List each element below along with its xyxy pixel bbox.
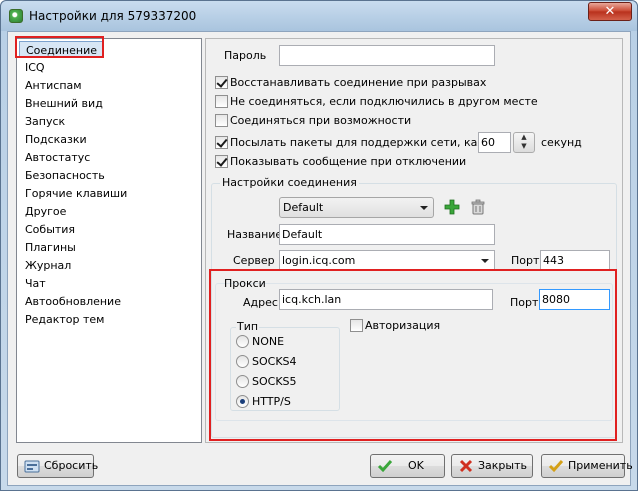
nav-item-theme-editor[interactable]: Редактор тем xyxy=(25,311,104,328)
profile-dropdown-value: Default xyxy=(283,201,324,214)
keepalive-checkbox[interactable] xyxy=(215,136,228,149)
keepalive-label: Посылать пакеты для поддержки сети, кажд… xyxy=(230,136,511,149)
nav-item-startup[interactable]: Запуск xyxy=(25,113,65,130)
app-icon xyxy=(9,9,23,23)
dialog-client-area: Соединение ICQ Антиспам Внешний вид Запу… xyxy=(7,31,633,486)
proxy-address-label: Адрес xyxy=(243,296,278,309)
nav-item-connection[interactable]: Соединение xyxy=(19,41,105,58)
settings-window: Настройки для 579337200 ✕ Соединение ICQ… xyxy=(0,0,638,491)
connection-name-field[interactable]: Default xyxy=(279,224,495,245)
nav-item-appearance[interactable]: Внешний вид xyxy=(25,95,103,112)
proxy-port-label: Порт xyxy=(510,296,539,309)
proxy-type-socks5-label: SOCKS5 xyxy=(252,375,297,388)
reconnect-checkbox[interactable] xyxy=(215,76,228,89)
profile-dropdown[interactable]: Default xyxy=(279,197,434,218)
name-label: Название xyxy=(227,228,283,241)
keepalive-interval-field[interactable]: 60 xyxy=(478,132,511,153)
apply-button[interactable]: Применить xyxy=(541,454,633,478)
settings-nav-list[interactable]: Соединение ICQ Антиспам Внешний вид Запу… xyxy=(16,38,202,443)
no-connect-elsewhere-checkbox[interactable] xyxy=(215,95,228,108)
server-port-label: Порт xyxy=(511,254,540,267)
add-icon[interactable] xyxy=(444,199,460,215)
proxy-type-https-radio[interactable] xyxy=(236,395,249,408)
connect-when-possible-label: Соединяться при возможности xyxy=(230,114,412,127)
nav-item-tooltips[interactable]: Подсказки xyxy=(25,131,87,148)
proxy-type-socks4-label: SOCKS4 xyxy=(252,355,297,368)
no-connect-elsewhere-label: Не соединяться, если подключились в друг… xyxy=(230,95,538,108)
apply-check-icon xyxy=(548,460,564,473)
password-label: Пароль xyxy=(224,49,267,62)
nav-item-icq[interactable]: ICQ xyxy=(25,59,45,76)
proxy-auth-checkbox[interactable] xyxy=(350,319,363,332)
proxy-type-title: Тип xyxy=(236,320,260,333)
nav-item-security[interactable]: Безопасность xyxy=(25,167,105,184)
reset-button-label: Сбросить xyxy=(44,459,99,472)
password-field[interactable] xyxy=(279,45,495,66)
apply-button-label: Применить xyxy=(568,459,633,472)
spin-up-icon[interactable]: ▲ xyxy=(514,133,534,142)
show-disconnect-msg-label: Показывать сообщение при отключении xyxy=(230,155,467,168)
nav-item-log[interactable]: Журнал xyxy=(25,257,71,274)
nav-item-autostatus[interactable]: Автостатус xyxy=(25,149,90,166)
close-button-label: Закрыть xyxy=(478,459,527,472)
proxy-type-socks4-radio[interactable] xyxy=(236,355,249,368)
server-value: login.icq.com xyxy=(282,254,356,267)
close-window-button[interactable]: ✕ xyxy=(588,2,632,21)
close-icon xyxy=(459,459,473,473)
close-button[interactable]: Закрыть xyxy=(451,454,533,478)
proxy-type-socks5-radio[interactable] xyxy=(236,375,249,388)
keepalive-unit-label: секунд xyxy=(541,136,582,149)
show-disconnect-msg-checkbox[interactable] xyxy=(215,155,228,168)
keepalive-spinner[interactable]: ▲ ▼ xyxy=(513,132,535,153)
server-label: Сервер xyxy=(233,254,275,267)
server-combo[interactable]: login.icq.com xyxy=(279,250,495,271)
proxy-auth-label: Авторизация xyxy=(365,319,441,332)
nav-item-other[interactable]: Другое xyxy=(25,203,66,220)
nav-item-hotkeys[interactable]: Горячие клавиши xyxy=(25,185,127,202)
nav-item-chat[interactable]: Чат xyxy=(25,275,46,292)
nav-item-autoupdate[interactable]: Автообновление xyxy=(25,293,121,310)
title-bar[interactable]: Настройки для 579337200 ✕ xyxy=(1,1,637,31)
spin-down-icon[interactable]: ▼ xyxy=(514,142,534,151)
proxy-type-none-label: NONE xyxy=(252,335,285,348)
checkmark-icon xyxy=(377,460,393,473)
nav-item-antispam[interactable]: Антиспам xyxy=(25,77,82,94)
reset-button[interactable]: Сбросить xyxy=(17,454,98,478)
trash-icon[interactable] xyxy=(470,199,486,215)
connection-settings-panel: Пароль Восстанавливать соединение при ра… xyxy=(205,38,623,443)
proxy-title: Прокси xyxy=(224,277,266,290)
window-title: Настройки для 579337200 xyxy=(29,9,197,23)
connect-when-possible-checkbox[interactable] xyxy=(215,114,228,127)
connection-settings-title: Настройки соединения xyxy=(220,176,359,189)
proxy-type-https-label: HTTP/S xyxy=(252,395,291,408)
ok-button-label: OK xyxy=(408,459,424,472)
nav-item-plugins[interactable]: Плагины xyxy=(25,239,76,256)
proxy-port-field[interactable]: 8080 xyxy=(539,289,610,310)
reset-icon xyxy=(24,460,40,473)
nav-item-events[interactable]: События xyxy=(25,221,75,238)
reconnect-label: Восстанавливать соединение при разрывах xyxy=(230,76,487,89)
chevron-down-icon xyxy=(420,206,428,210)
server-port-field[interactable]: 443 xyxy=(540,250,610,271)
ok-button[interactable]: OK xyxy=(370,454,445,478)
proxy-type-none-radio[interactable] xyxy=(236,335,249,348)
server-chevron-down-icon[interactable] xyxy=(481,259,489,263)
proxy-address-field[interactable]: icq.kch.lan xyxy=(279,289,493,310)
